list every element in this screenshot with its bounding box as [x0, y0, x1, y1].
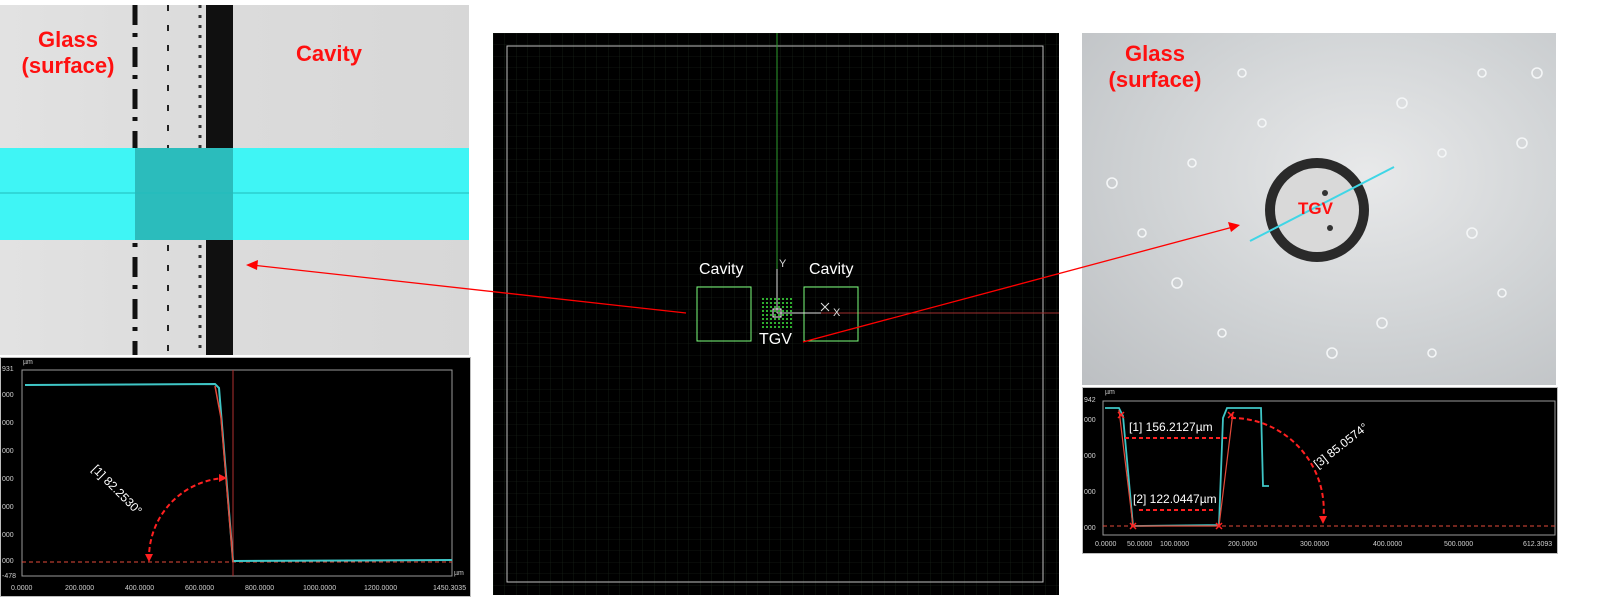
arrow-to-tgv-photo-head [1228, 222, 1240, 232]
arrow-to-tgv-photo [802, 226, 1234, 343]
callout-arrows-overlay [246, 222, 1240, 343]
arrow-to-cavity-photo-head [246, 260, 258, 270]
arrow-to-cavity-photo [251, 264, 687, 314]
